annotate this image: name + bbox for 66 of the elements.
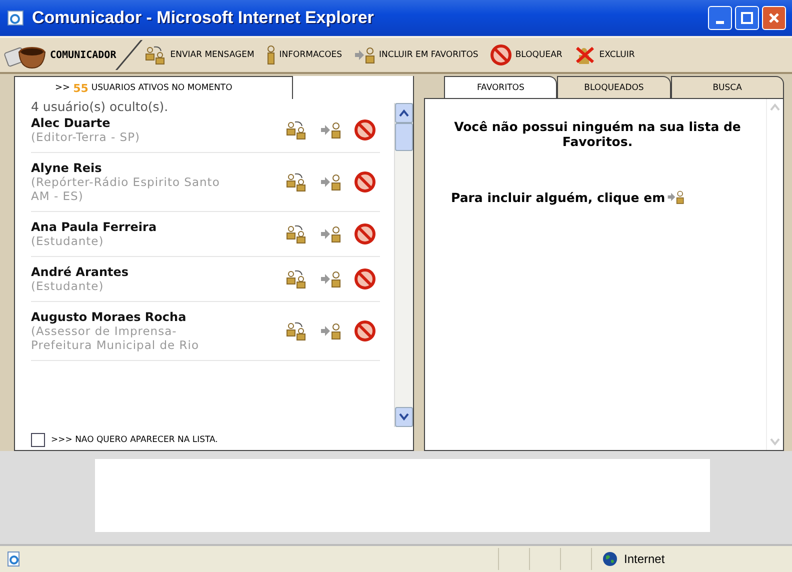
scrollbar[interactable] xyxy=(394,103,413,427)
user-role: (Estudante) xyxy=(31,234,105,248)
user-name: Ana Paula Ferreira xyxy=(31,220,158,234)
minimize-button[interactable] xyxy=(708,6,732,30)
person-icon xyxy=(266,45,276,65)
toolbar-button[interactable]: INFORMACOES xyxy=(263,45,346,65)
delete-person-icon xyxy=(574,45,596,65)
zone-label: Internet xyxy=(624,552,665,566)
user-name: Alec Duarte xyxy=(31,116,112,130)
add-person-icon[interactable] xyxy=(320,322,342,340)
block-icon[interactable] xyxy=(354,268,376,290)
panel-title: USUARIOS ATIVOS NO MOMENTO xyxy=(91,83,232,93)
add-person-icon[interactable] xyxy=(320,270,342,288)
hidden-users-note: 4 usuário(s) oculto(s). xyxy=(31,99,170,114)
user-role: (Repórter-Rádio Espirito Santo AM - ES) xyxy=(31,175,221,203)
add-person-icon[interactable] xyxy=(320,225,342,243)
globe-icon xyxy=(602,551,618,567)
toolbar-button[interactable]: ENVIAR MENSAGEM xyxy=(142,45,258,65)
user-name: André Arantes xyxy=(31,265,130,279)
active-count: 55 xyxy=(73,82,88,94)
chevron-text: >> xyxy=(55,83,70,93)
maximize-icon xyxy=(741,12,753,24)
user-row[interactable]: Ana Paula Ferreira (Estudante) xyxy=(31,218,380,257)
user-row[interactable]: André Arantes (Estudante) xyxy=(31,263,380,302)
block-icon[interactable] xyxy=(354,223,376,245)
user-row[interactable]: Augusto Moraes Rocha (Assessor de Imprensa-Prefeitura Municipal de Rio xyxy=(31,308,380,361)
toolbar-button[interactable]: INCLUIR EM FAVORITOS xyxy=(351,46,482,64)
add-person-icon[interactable] xyxy=(320,121,342,139)
people-exchange-icon[interactable] xyxy=(286,119,308,141)
block-icon xyxy=(490,44,512,66)
close-button[interactable] xyxy=(762,6,786,30)
user-role: (Estudante) xyxy=(31,279,105,293)
checkbox[interactable] xyxy=(31,433,45,447)
user-role: (Assessor de Imprensa-Prefeitura Municipal de Rio xyxy=(31,324,200,352)
user-name: Augusto Moraes Rocha xyxy=(31,310,188,324)
checkbox-label: >>> NAO QUERO APARECER NA LISTA. xyxy=(51,435,218,445)
block-icon[interactable] xyxy=(354,171,376,193)
toolbar-button[interactable]: EXCLUIR xyxy=(571,45,638,65)
block-icon[interactable] xyxy=(354,119,376,141)
window-title: Comunicador - Microsoft Internet Explorer xyxy=(32,8,374,28)
app-logo-text: COMUNICADOR xyxy=(50,50,116,60)
people-exchange-icon[interactable] xyxy=(286,171,308,193)
add-person-icon[interactable] xyxy=(320,173,342,191)
minimize-icon xyxy=(716,20,724,24)
browser-page-icon xyxy=(6,8,26,28)
scrollbar-thumb[interactable] xyxy=(395,123,413,151)
add-person-icon xyxy=(667,189,686,205)
people-exchange-icon[interactable] xyxy=(286,320,308,342)
hint-text: Para incluir alguém, clique em xyxy=(451,190,666,204)
block-icon[interactable] xyxy=(354,320,376,342)
add-person-icon xyxy=(354,46,376,64)
people-exchange-icon[interactable] xyxy=(286,223,308,245)
toolbar-button[interactable]: BLOQUEAR xyxy=(487,44,566,66)
close-icon xyxy=(768,12,780,24)
user-row[interactable]: Alyne Reis (Repórter-Rádio Espirito Santo AM - ES) xyxy=(31,159,380,212)
tab[interactable]: BLOQUEADOS xyxy=(557,76,671,98)
maximize-button[interactable] xyxy=(735,6,759,30)
people-exchange-icon[interactable] xyxy=(286,268,308,290)
page-icon xyxy=(6,551,22,567)
user-name: Alyne Reis xyxy=(31,161,103,175)
people-exchange-icon xyxy=(145,45,168,65)
tab[interactable]: BUSCA xyxy=(670,76,784,98)
empty-message: Você não possui ninguém na sua lista de Favoritos. xyxy=(453,119,742,149)
user-row[interactable]: Alec Duarte (Editor-Terra - SP) xyxy=(31,114,380,153)
user-role: (Editor-Terra - SP) xyxy=(31,130,142,144)
tab[interactable]: FAVORITOS xyxy=(444,76,558,98)
